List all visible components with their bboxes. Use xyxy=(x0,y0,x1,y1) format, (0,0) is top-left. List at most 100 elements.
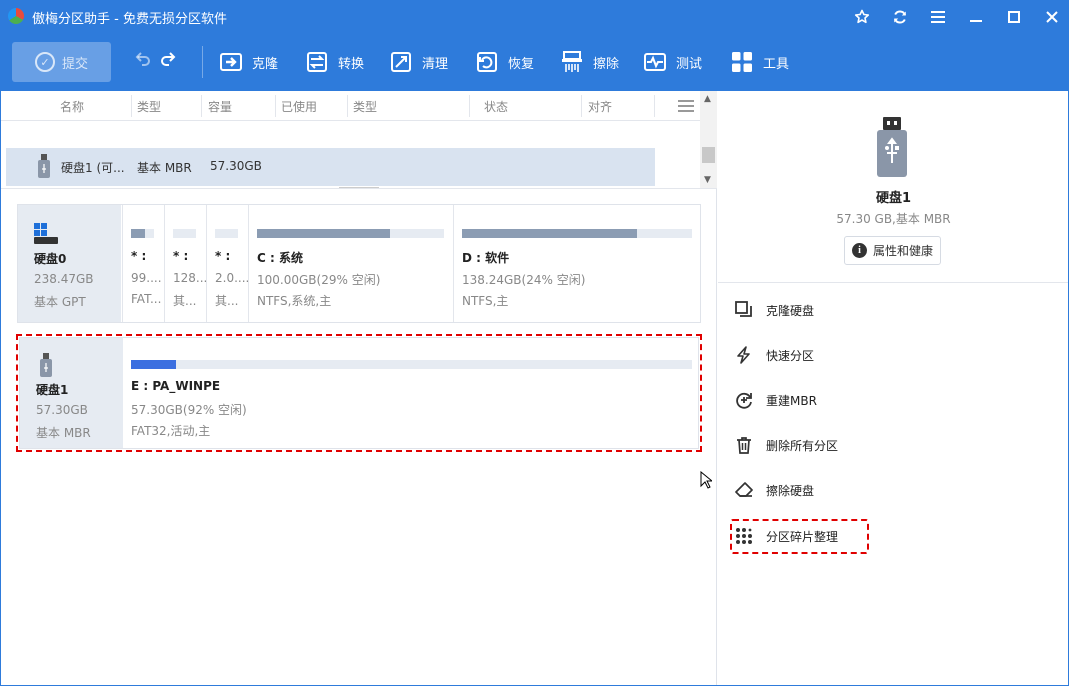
redo-icon[interactable] xyxy=(160,50,178,72)
column-name[interactable]: 名称 xyxy=(60,98,84,115)
disk-card-disk0[interactable]: 硬盘0 238.47GB 基本 GPT * : 99.... FAT... * … xyxy=(17,204,701,323)
title-bar: 傲梅分区助手 - 免费无损分区软件 xyxy=(0,0,1069,32)
partition-fs: NTFS,系统,主 xyxy=(257,294,332,308)
recover-icon xyxy=(476,51,498,73)
lightning-icon xyxy=(734,345,754,365)
info-icon: i xyxy=(851,243,867,258)
top-bar: 傲梅分区助手 - 免费无损分区软件 ✓ 提交 克隆 转换 清理 恢复 擦除 测试… xyxy=(0,0,1069,91)
partition-disk0-c[interactable]: C : 系统 100.00GB(29% 空闲) NTFS,系统,主 xyxy=(248,205,453,322)
partition-disk0-1[interactable]: * : 99.... FAT... xyxy=(122,205,164,322)
check-icon: ✓ xyxy=(34,52,55,72)
windows-disk-icon xyxy=(34,223,58,248)
toolbar-test[interactable]: 测试 xyxy=(644,47,702,77)
scroll-up-icon[interactable]: ▲ xyxy=(704,94,711,104)
list-scrollbar[interactable]: ▲ ▼ xyxy=(700,91,717,188)
partition-size: 128.... xyxy=(173,271,206,285)
partition-usage-bar xyxy=(462,229,692,238)
toolbar-clone[interactable]: 克隆 xyxy=(220,47,278,77)
partition-disk0-d[interactable]: D : 软件 138.24GB(24% 空闲) NTFS,主 xyxy=(453,205,700,322)
partition-fs: FAT... xyxy=(131,292,162,306)
eraser-icon xyxy=(734,480,754,500)
column-divider xyxy=(201,95,202,117)
pulse-icon xyxy=(644,51,666,73)
undo-icon[interactable] xyxy=(135,50,153,72)
op-label: 克隆硬盘 xyxy=(766,303,815,318)
column-settings-icon[interactable] xyxy=(678,100,694,112)
op-clone-disk[interactable]: 克隆硬盘 xyxy=(734,297,814,323)
usb-drive-large-icon xyxy=(877,117,907,180)
clone-disk-icon xyxy=(734,300,754,320)
partition-disk0-3[interactable]: * : 2.0.... 其... xyxy=(206,205,248,322)
column-divider xyxy=(581,95,582,117)
divider xyxy=(718,282,1069,283)
disk0-type: 基本 GPT xyxy=(34,295,86,309)
disk0-size: 238.47GB xyxy=(34,272,94,286)
properties-health-button[interactable]: i 属性和健康 xyxy=(844,236,941,265)
column-align[interactable]: 对齐 xyxy=(588,98,612,115)
partition-name: * : xyxy=(131,249,147,263)
menu-icon[interactable] xyxy=(927,6,949,28)
op-label: 重建MBR xyxy=(766,393,817,408)
star-icon[interactable] xyxy=(851,6,873,28)
properties-health-label: 属性和健康 xyxy=(872,244,933,258)
maximize-button[interactable] xyxy=(1003,6,1025,28)
window-border xyxy=(0,91,1,686)
partition-usage-fill xyxy=(462,229,637,238)
op-label: 删除所有分区 xyxy=(766,438,839,453)
resize-grip[interactable] xyxy=(339,187,379,191)
window-title: 傲梅分区助手 - 免费无损分区软件 xyxy=(32,12,227,27)
disk-row-name: 硬盘1 (可... xyxy=(61,161,125,175)
column-capacity[interactable]: 容量 xyxy=(208,98,232,115)
toolbar-clone-label: 克隆 xyxy=(252,56,279,72)
disk-list-row-selected[interactable]: 硬盘1 (可... 基本 MBR 57.30GB xyxy=(6,148,655,186)
toolbar-recover[interactable]: 恢复 xyxy=(476,47,534,77)
toolbar-wipe-label: 擦除 xyxy=(593,56,620,72)
column-divider xyxy=(469,95,470,117)
close-button[interactable] xyxy=(1041,6,1063,28)
op-delete-all-partitions[interactable]: 删除所有分区 xyxy=(734,432,838,458)
mouse-cursor-icon xyxy=(700,471,712,489)
partition-usage-bar xyxy=(173,229,196,238)
column-fs-type[interactable]: 类型 xyxy=(353,98,377,115)
rebuild-icon xyxy=(734,390,754,410)
selected-disk-info: 57.30 GB,基本 MBR xyxy=(836,212,951,226)
op-wipe-disk[interactable]: 擦除硬盘 xyxy=(734,477,814,503)
scroll-down-icon[interactable]: ▼ xyxy=(704,175,711,185)
toolbar-convert[interactable]: 转换 xyxy=(306,47,364,77)
highlight-frame-disk1 xyxy=(16,334,702,452)
clean-icon xyxy=(390,51,412,73)
op-rebuild-mbr[interactable]: 重建MBR xyxy=(734,387,817,413)
column-header: 名称 类型 容量 已使用 类型 状态 对齐 xyxy=(0,91,700,121)
column-type[interactable]: 类型 xyxy=(137,98,161,115)
op-quick-partition[interactable]: 快速分区 xyxy=(734,342,814,368)
partition-fs: NTFS,主 xyxy=(462,294,509,308)
toolbar-tools-label: 工具 xyxy=(763,56,790,72)
op-label: 擦除硬盘 xyxy=(766,483,815,498)
partition-size: 99.... xyxy=(131,271,162,285)
partition-name: * : xyxy=(173,249,189,263)
partition-fs: 其... xyxy=(173,294,197,308)
toolbar-tools[interactable]: 工具 xyxy=(731,47,789,77)
partition-disk0-2[interactable]: * : 128.... 其... xyxy=(164,205,206,322)
scroll-thumb[interactable] xyxy=(702,147,715,163)
column-status[interactable]: 状态 xyxy=(484,98,508,115)
refresh-icon[interactable] xyxy=(889,6,911,28)
toolbar-clean[interactable]: 清理 xyxy=(390,47,448,77)
operations-panel: 硬盘1 57.30 GB,基本 MBR i 属性和健康 克隆硬盘 快速分区 重建… xyxy=(718,91,1069,686)
column-divider xyxy=(131,95,132,117)
usb-drive-icon xyxy=(38,154,50,181)
minimize-button[interactable] xyxy=(965,6,987,28)
partition-name: * : xyxy=(215,249,231,263)
selected-disk-name: 硬盘1 xyxy=(875,191,912,206)
disk-panel: 名称 类型 容量 已使用 类型 状态 对齐 ▲ ▼ 硬盘1 (可... 基本 M… xyxy=(0,91,717,686)
trash-icon xyxy=(734,435,754,455)
partition-usage-fill xyxy=(131,229,145,238)
column-used[interactable]: 已使用 xyxy=(281,98,317,115)
partition-size: 100.00GB(29% 空闲) xyxy=(257,273,381,287)
submit-button[interactable]: ✓ 提交 xyxy=(12,42,111,82)
toolbar-wipe[interactable]: 擦除 xyxy=(561,47,619,77)
partition-fs: 其... xyxy=(215,294,239,308)
tools-grid-icon xyxy=(731,51,753,73)
partition-size: 2.0.... xyxy=(215,271,248,285)
partition-usage-bar xyxy=(215,229,238,238)
